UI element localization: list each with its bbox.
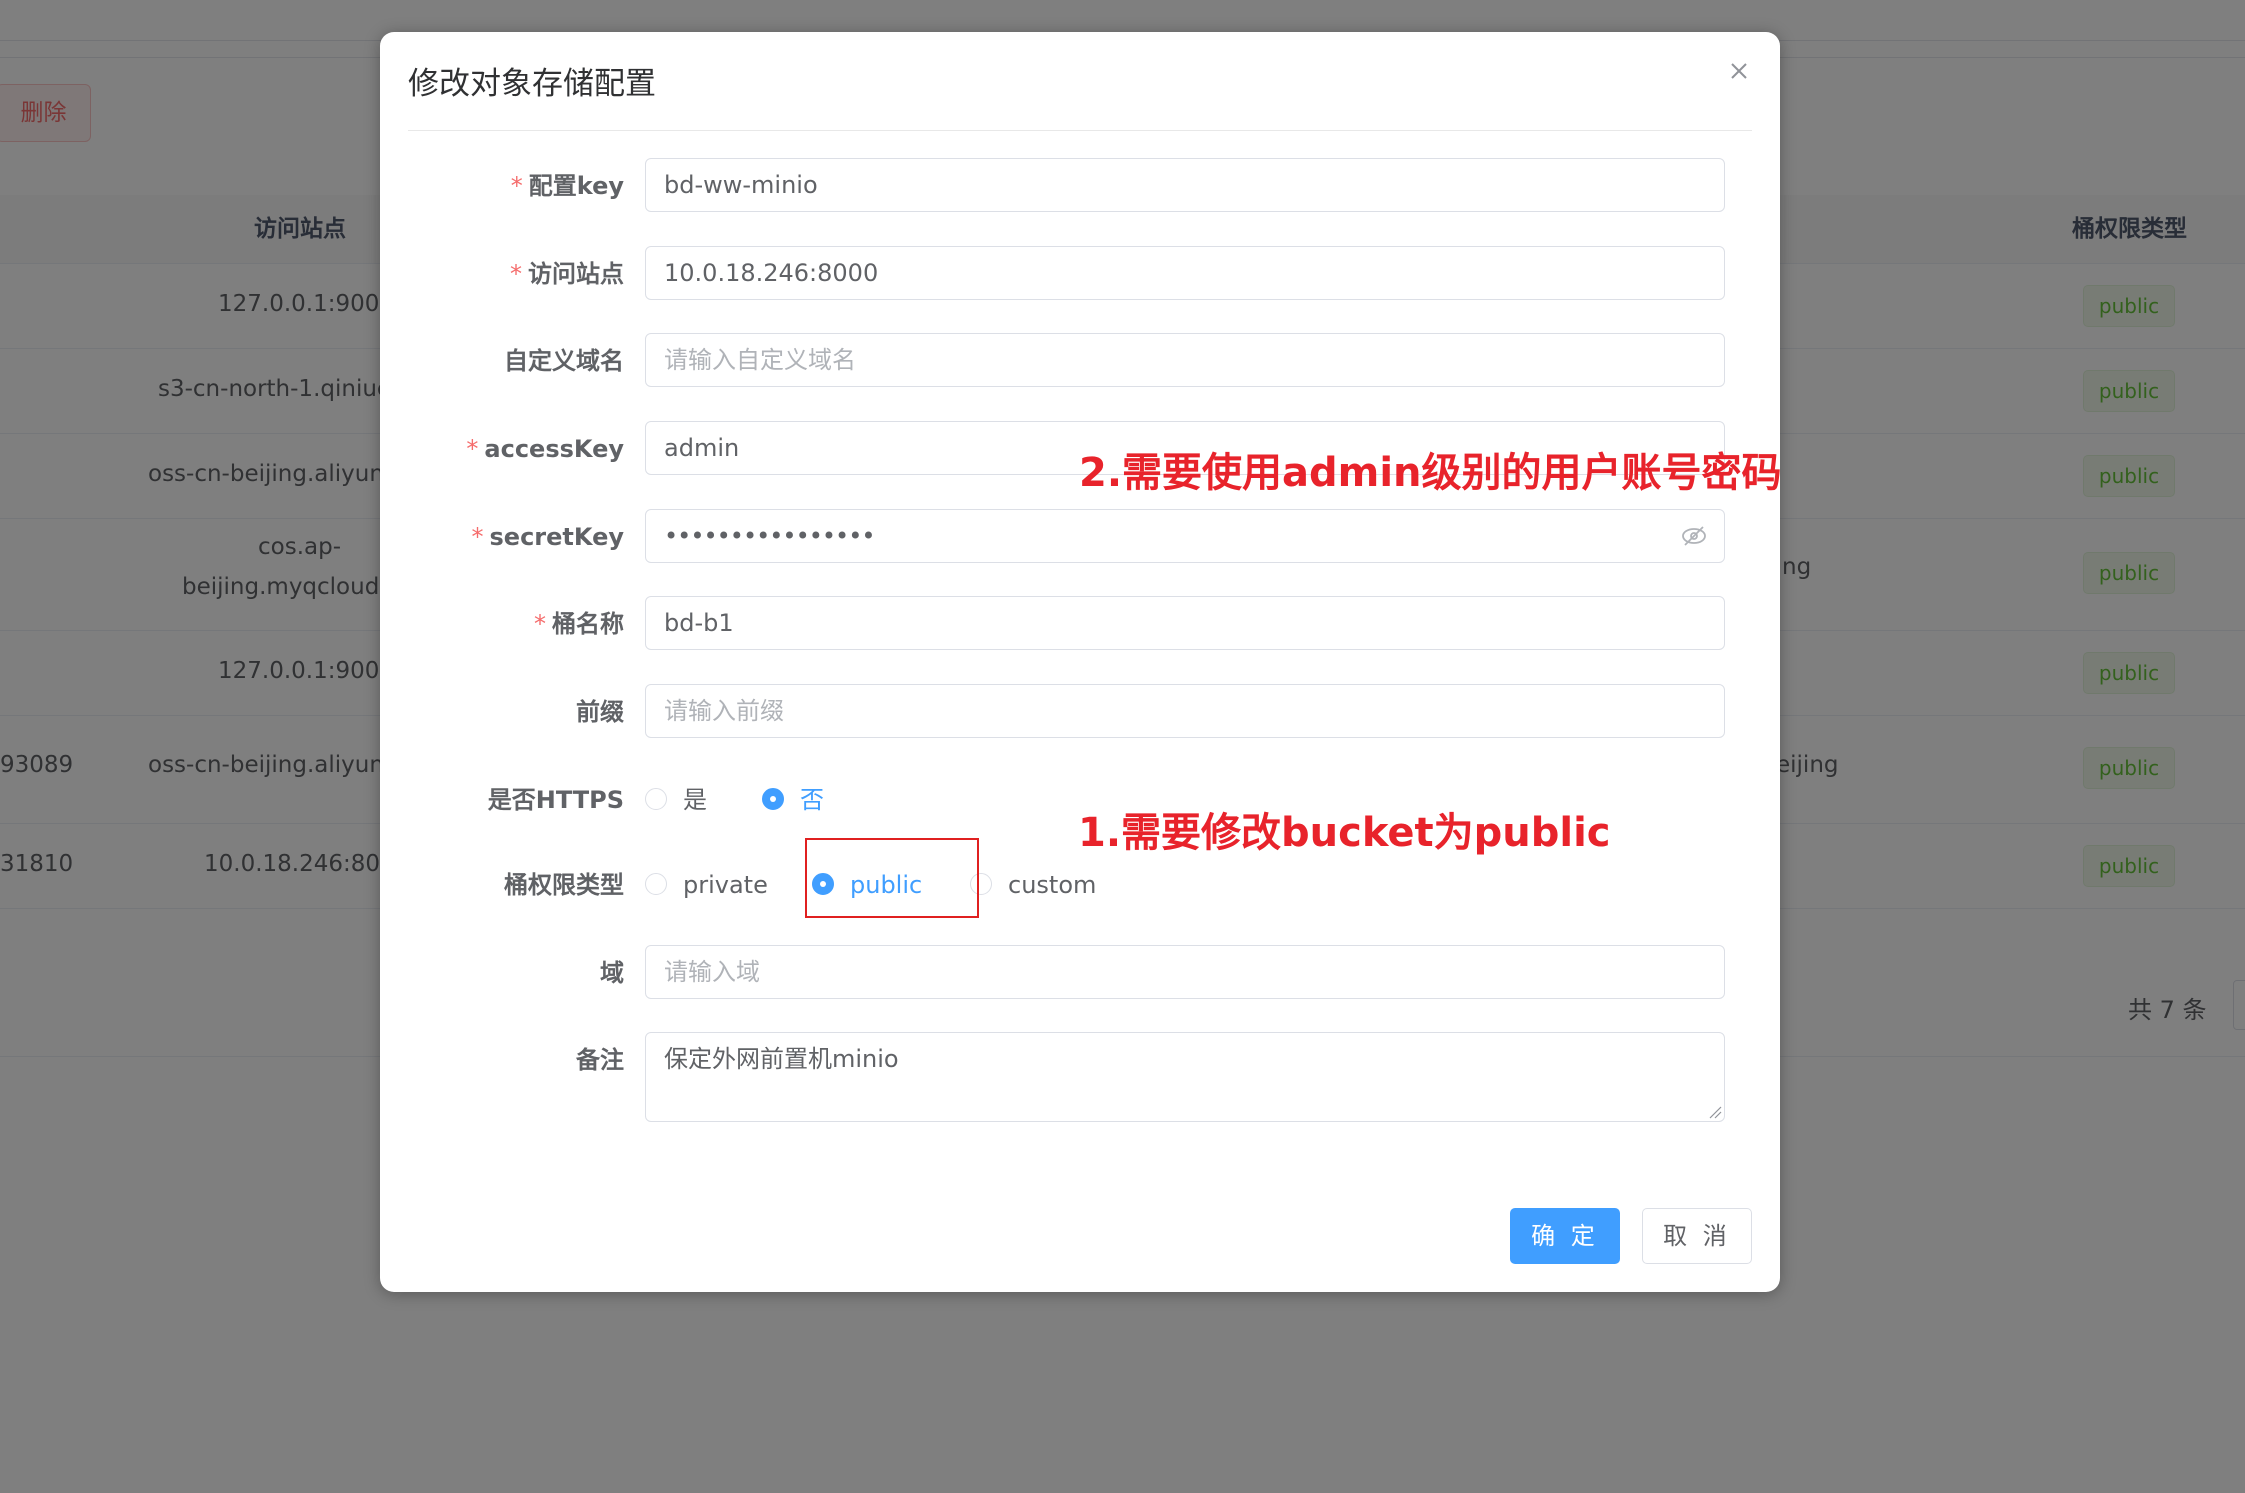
field-label: 域: [600, 959, 624, 987]
prefix-input[interactable]: 请输入前缀: [645, 684, 1725, 738]
region-input[interactable]: 请输入域: [645, 945, 1725, 999]
radio-bucket-private[interactable]: private: [645, 857, 775, 913]
field-label: * 访问站点: [510, 260, 624, 288]
required-mark: *: [471, 523, 484, 551]
secret-key-input[interactable]: ••••••••••••••••: [645, 509, 1725, 563]
remark-textarea[interactable]: 保定外网前置机minio: [645, 1032, 1725, 1122]
masked-password: ••••••••••••••••: [664, 522, 875, 550]
annotation-step2: 2.需要使用admin级别的用户账号密码: [1079, 450, 1782, 496]
confirm-button[interactable]: 确 定: [1510, 1208, 1620, 1264]
remark-text: 保定外网前置机minio: [664, 1045, 899, 1073]
field-label: * 桶名称: [534, 610, 624, 638]
eye-off-icon[interactable]: [1680, 523, 1708, 549]
field-label: 是否HTTPS: [487, 786, 624, 814]
field-label: * accessKey: [466, 435, 624, 463]
annotation-step1: 1.需要修改bucket为public: [1078, 810, 1611, 856]
edit-oss-config-dialog: 修改对象存储配置 * 配置key bd-ww-minio * 访问站点 10.0.1…: [380, 32, 1782, 1292]
radio-bucket-custom[interactable]: custom: [970, 857, 1110, 913]
field-label: * secretKey: [471, 523, 624, 551]
required-mark: *: [466, 435, 479, 463]
required-mark: *: [510, 172, 523, 200]
field-label: 备注: [576, 1046, 624, 1074]
config-key-input[interactable]: bd-ww-minio: [645, 158, 1725, 212]
bucket-name-input[interactable]: bd-b1: [645, 596, 1725, 650]
radio-circle-icon: [645, 873, 667, 895]
resize-handle-icon[interactable]: [1708, 1105, 1722, 1119]
endpoint-input[interactable]: 10.0.18.246:8000: [645, 246, 1725, 300]
close-icon[interactable]: [1724, 56, 1754, 86]
radio-circle-icon: [645, 788, 667, 810]
cancel-button[interactable]: 取 消: [1642, 1208, 1752, 1264]
radio-checked-icon: [762, 788, 784, 810]
field-label: 前缀: [576, 698, 624, 726]
required-mark: *: [534, 610, 546, 638]
required-mark: *: [510, 260, 522, 288]
field-label: 桶权限类型: [504, 871, 624, 899]
field-label: 自定义域名: [504, 347, 624, 375]
annotation-highlight-box: [805, 838, 979, 918]
radio-https-no[interactable]: 否: [762, 772, 842, 828]
custom-domain-input[interactable]: 请输入自定义域名: [645, 333, 1725, 387]
divider: [408, 130, 1752, 131]
field-label: * 配置key: [510, 172, 624, 200]
radio-https-yes[interactable]: 是: [645, 772, 725, 828]
dialog-title: 修改对象存储配置: [408, 66, 656, 102]
